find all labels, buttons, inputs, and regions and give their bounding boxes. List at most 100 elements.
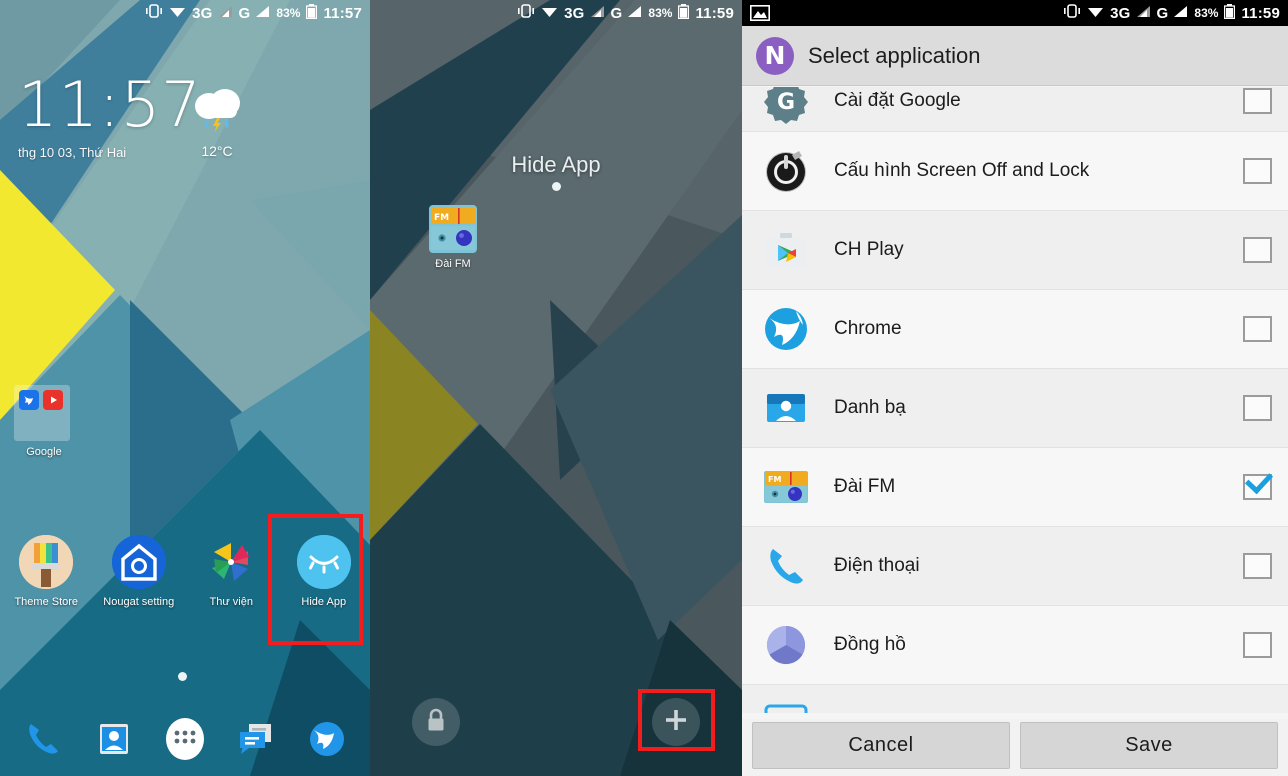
vibrate-icon [517, 4, 535, 22]
contacts-icon [760, 382, 812, 434]
app-name: Cài đặt Google [834, 89, 961, 111]
wifi-icon [169, 5, 186, 22]
status-bar-panel2: 3G G 83% 11:59 [370, 0, 742, 26]
signal-icon [1136, 5, 1151, 22]
home-screen-panel: 3G G 83% 11:57 11:57 thg 10 03, Thứ Hai [0, 0, 370, 776]
list-item[interactable]: FM Đài FM [742, 448, 1288, 527]
screenshot-stage: 3G G 83% 11:57 11:57 thg 10 03, Thứ Hai [0, 0, 1288, 776]
app-name: CH Play [834, 239, 904, 260]
app-dai-fm[interactable]: FM Đài FM [416, 205, 490, 270]
network-3g-label: 3G [564, 4, 585, 22]
play-store-icon [760, 224, 812, 276]
page-indicator-dot [178, 672, 187, 681]
dialog-title: Select application [808, 42, 981, 68]
wifi-icon [541, 5, 558, 22]
nova-n-icon: N [756, 36, 794, 75]
battery-icon [306, 3, 318, 23]
svg-text:G: G [777, 90, 795, 115]
all-apps-icon[interactable] [162, 716, 208, 762]
list-item[interactable]: G Cài đặt Google [742, 87, 1288, 132]
messages-icon[interactable] [233, 716, 279, 762]
app-checkbox[interactable] [1243, 237, 1272, 263]
app-checkbox[interactable] [1243, 316, 1272, 342]
battery-percent-label: 83% [276, 6, 301, 20]
app-checkbox[interactable] [1243, 632, 1272, 658]
folder-google[interactable]: Google [14, 385, 74, 458]
network-g-label: G [610, 4, 623, 22]
app-name: Đồng hồ [834, 634, 906, 655]
battery-icon [1224, 3, 1236, 23]
clock-widget[interactable]: 11:57 thg 10 03, Thứ Hai [18, 68, 202, 161]
network-3g-label: 3G [192, 4, 213, 22]
clock-icon [760, 619, 812, 671]
app-theme-store[interactable]: Theme Store [0, 535, 93, 608]
google-settings-icon: G [760, 87, 812, 127]
folder-label: Google [26, 446, 62, 458]
list-item[interactable]: Cấu hình Screen Off and Lock [742, 132, 1288, 211]
list-item-partial[interactable] [742, 685, 1288, 713]
app-thu-vien[interactable]: Thư viện [185, 535, 278, 608]
app-label: Thư viện [209, 596, 253, 608]
clock-label: 11:59 [1241, 4, 1280, 22]
save-button[interactable]: Save [1020, 722, 1278, 769]
weather-temp: 12°C [201, 143, 233, 159]
cancel-button[interactable]: Cancel [752, 722, 1010, 769]
signal2-icon [256, 5, 270, 22]
wifi-icon [1087, 5, 1104, 22]
signal-icon [590, 5, 605, 22]
hidden-space-title: Hide App [511, 152, 601, 177]
app-checkbox[interactable] [1243, 474, 1272, 500]
wallpaper-hidden-space [370, 0, 742, 776]
weather-widget[interactable]: 12°C [178, 82, 256, 159]
dialog-header: N Select application [742, 26, 1288, 86]
app-checkbox[interactable] [1243, 158, 1272, 184]
lock-button[interactable] [412, 698, 460, 746]
phone-icon [760, 540, 812, 592]
signal2-icon [628, 5, 642, 22]
image-icon [750, 5, 770, 21]
photos-pinwheel-icon [204, 535, 258, 589]
clock-label: 11:59 [695, 4, 734, 22]
browser-icon[interactable] [304, 716, 350, 762]
hide-app-space-panel: 3G G 83% 11:59 Hide App FM Đài FM [370, 0, 742, 776]
chrome-globe-icon [760, 303, 812, 355]
clock-date: thg 10 03, Thứ Hai [18, 145, 127, 160]
battery-percent-label: 83% [1194, 6, 1219, 20]
app-checkbox[interactable] [1243, 553, 1272, 579]
app-nougat-setting[interactable]: Nougat setting [93, 535, 186, 608]
list-item[interactable]: Đồng hồ [742, 606, 1288, 685]
list-item[interactable]: CH Play [742, 211, 1288, 290]
signal2-icon [1174, 5, 1188, 22]
dock [0, 716, 370, 762]
folder-preview [14, 385, 70, 441]
select-application-panel: 3G G 83% 11:59 N Select application G Cà… [742, 0, 1288, 776]
app-name: Chrome [834, 318, 902, 339]
app-label: Nougat setting [103, 596, 175, 608]
list-item[interactable]: Danh bạ [742, 369, 1288, 448]
app-label: Theme Store [14, 596, 79, 608]
clock-label: 11:57 [323, 4, 362, 22]
highlight-box-hide-app [268, 514, 363, 645]
partial-app-icon [760, 698, 812, 713]
app-checkbox[interactable] [1243, 395, 1272, 421]
screen-off-lock-icon [760, 145, 812, 197]
svg-text:FM: FM [434, 213, 449, 223]
fm-radio-icon: FM [429, 205, 477, 253]
list-item[interactable]: Chrome [742, 290, 1288, 369]
vibrate-icon [145, 4, 163, 22]
paintbrush-icon [19, 535, 74, 589]
contacts-icon[interactable] [91, 716, 137, 762]
signal-icon [218, 5, 233, 22]
list-item[interactable]: Điện thoại [742, 527, 1288, 606]
application-list[interactable]: G Cài đặt Google Cấu hình Screen Off and… [742, 87, 1288, 713]
battery-icon [678, 3, 690, 23]
app-checkbox[interactable] [1243, 87, 1272, 114]
network-g-label: G [1156, 4, 1169, 22]
app-name: Đài FM [834, 476, 896, 497]
clock-time: 11:57 [18, 68, 202, 141]
home-gear-icon [111, 535, 166, 589]
youtube-icon [43, 390, 63, 410]
phone-icon[interactable] [20, 716, 66, 762]
app-name: Cấu hình Screen Off and Lock [834, 160, 1090, 181]
app-label: Đài FM [435, 258, 471, 270]
